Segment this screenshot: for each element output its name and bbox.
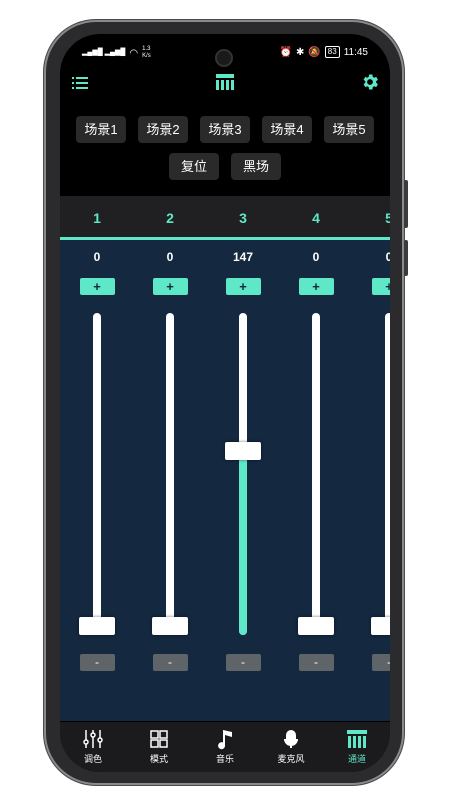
channel-value-1: 0 [93,250,101,264]
alarm-icon: ⏰ [279,46,292,58]
channel-number-2: 2 [166,210,174,226]
bluetooth-icon: ✱ [295,46,305,58]
reset-button[interactable]: 复位 [169,153,219,180]
channel-decrease-button-1[interactable]: - [79,654,115,671]
gear-icon[interactable] [360,72,380,92]
channel-number-5: 5 [385,210,390,226]
channel-decrease-button-4[interactable]: - [298,654,334,671]
sliders-icon [83,730,103,748]
nav-label-music: 音乐 [215,754,234,764]
channel-slider-track-5[interactable] [385,313,390,635]
volume-button [404,180,408,228]
channel-slider-thumb-1[interactable] [79,617,115,635]
channel-number-1: 1 [93,210,101,226]
list-menu-icon[interactable] [72,74,90,92]
scene-1-button[interactable]: 场景1 [76,116,126,143]
scene-3-button[interactable]: 场景3 [200,116,250,143]
channel-slider-track-3[interactable] [239,313,247,635]
channel-slider-fill-3 [239,449,247,635]
channel-decrease-button-3[interactable]: - [225,654,261,671]
network-speed: 1.3 [142,46,151,52]
channel-value-3: 147 [232,250,254,264]
mute-icon: 🔕 [308,46,321,58]
channel-slider-thumb-3[interactable] [225,441,261,460]
wifi-icon: ◠ [129,47,139,59]
channel-slider-thumb-4[interactable] [298,617,334,635]
channel-increase-button-4[interactable]: + [298,278,334,295]
channel-mixer: 1 0 + - 2 0 + - 3 147 + - 4 0 + - 5 0 + - [60,196,390,721]
nav-item-mic[interactable]: 麦克风 [261,722,321,772]
channel-decrease-button-2[interactable]: - [152,654,188,671]
network-speed-unit: K/s [142,53,151,59]
clock: 11:45 [343,46,368,58]
power-button [404,240,408,276]
status-bar: ▂▄▆█ ▂▄▆█ ◠ 1.3 K/s ⏰ ✱ 🔕 83 11:45 [60,34,390,70]
music-note-icon [218,730,232,750]
blackout-button[interactable]: 黑场 [231,153,281,180]
nav-item-color[interactable]: 调色 [63,722,123,772]
bottom-nav: 调色 模式 音乐 麦克风 通道 [60,722,390,772]
channel-increase-button-5[interactable]: + [371,278,390,295]
channel-slider-track-2[interactable] [166,313,174,635]
channel-slider-thumb-2[interactable] [152,617,188,635]
channel-increase-button-1[interactable]: + [79,278,115,295]
scene-4-button[interactable]: 场景4 [262,116,312,143]
battery-indicator: 83 [324,46,340,58]
nav-label-color: 调色 [83,754,102,764]
channel-header [60,196,390,240]
channel-slider-track-4[interactable] [312,313,320,635]
channel-value-2: 0 [166,250,174,264]
channel-slider-track-1[interactable] [93,313,101,635]
grid-icon [150,730,168,748]
channel-increase-button-2[interactable]: + [152,278,188,295]
scene-2-button[interactable]: 场景2 [138,116,188,143]
nav-item-mode[interactable]: 模式 [129,722,189,772]
scene-panel: 场景1 场景2 场景3 场景4 场景5 复位 黑场 [60,116,390,180]
channel-value-5: 0 [385,250,390,264]
nav-label-mode: 模式 [149,754,168,764]
microphone-icon [284,730,298,748]
channel-number-3: 3 [239,210,247,226]
front-camera [215,49,233,67]
mixer-channels-icon [216,74,234,90]
channel-number-4: 4 [312,210,320,226]
channel-slider-thumb-5[interactable] [371,617,390,635]
scene-5-button[interactable]: 场景5 [324,116,374,143]
signal-icon: ▂▄▆█ ▂▄▆█ [82,49,126,56]
nav-label-channels: 通道 [347,754,366,764]
channels-icon [347,730,367,748]
app-bar [60,72,390,100]
screen: ▂▄▆█ ▂▄▆█ ◠ 1.3 K/s ⏰ ✱ 🔕 83 11:45 场景1 场… [60,34,390,772]
channel-decrease-button-5[interactable]: - [371,654,390,671]
nav-label-mic: 麦克风 [277,754,305,764]
channel-value-4: 0 [312,250,320,264]
nav-item-music[interactable]: 音乐 [195,722,255,772]
nav-item-channels[interactable]: 通道 [327,722,387,772]
channel-increase-button-3[interactable]: + [225,278,261,295]
